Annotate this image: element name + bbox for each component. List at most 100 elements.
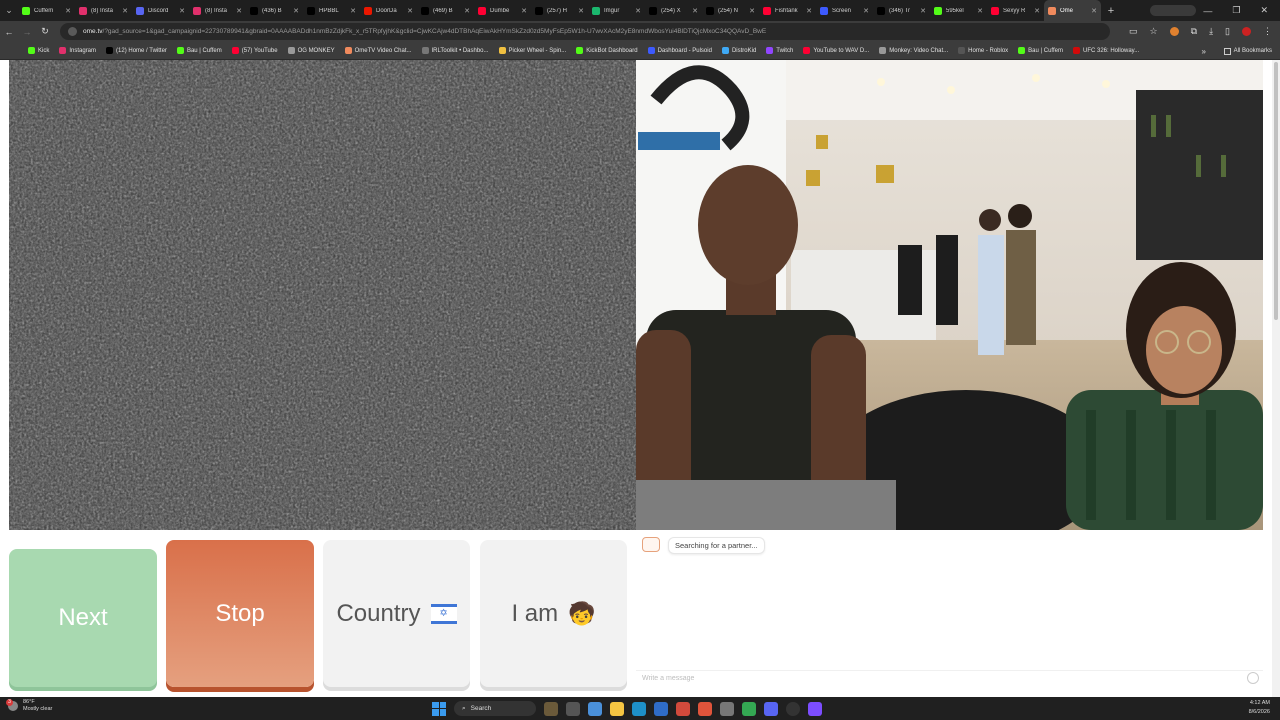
tab-close-icon[interactable]: ✕ [122, 7, 128, 15]
file-explorer-icon[interactable] [610, 701, 624, 716]
tab-close-icon[interactable]: ✕ [806, 7, 812, 15]
taskbar-search[interactable]: ⌕ Search [454, 701, 536, 716]
all-bookmarks-button[interactable]: All Bookmarks [1223, 42, 1272, 60]
browser-tab[interactable]: Imgur ✕ [588, 0, 645, 21]
tab-close-icon[interactable]: ✕ [578, 7, 584, 15]
stop-button[interactable]: Stop [166, 540, 314, 687]
country-button[interactable]: Country [323, 540, 470, 687]
clock[interactable]: 4:12 AM 8/6/2026 [1249, 699, 1270, 717]
tab-close-icon[interactable]: ✕ [65, 7, 71, 15]
download-icon[interactable]: ⤓ [1209, 26, 1213, 37]
browser-tab[interactable]: (257) H ✕ [531, 0, 588, 21]
tab-close-icon[interactable]: ✕ [692, 7, 698, 15]
reload-icon[interactable]: ↻ [36, 26, 54, 37]
gender-button[interactable]: I am 🧒 [480, 540, 627, 687]
settings-icon[interactable] [720, 701, 734, 716]
edge-icon[interactable] [632, 701, 646, 716]
tab-close-icon[interactable]: ✕ [350, 7, 356, 15]
cast-icon[interactable]: ▭ [1129, 26, 1138, 37]
bookmark-item[interactable]: DistroKid [721, 47, 756, 54]
chrome-alt-icon[interactable] [742, 701, 756, 716]
browser-tab[interactable]: (254) X ✕ [645, 0, 702, 21]
tab-search-icon[interactable]: ⌄ [0, 0, 18, 21]
close-window-icon[interactable]: ✕ [1260, 5, 1268, 16]
browser-tab[interactable]: Cuffem ✕ [18, 0, 75, 21]
browser-tab[interactable]: (346) Tr ✕ [873, 0, 930, 21]
browser-tab[interactable]: HPBBL ✕ [303, 0, 360, 21]
browser-tab[interactable]: Screen ✕ [816, 0, 873, 21]
back-icon[interactable]: ← [0, 27, 18, 37]
extensions-puzzle-icon[interactable]: ⧉ [1191, 26, 1197, 37]
new-tab-button[interactable]: + [1101, 5, 1121, 17]
windows-start-icon[interactable] [432, 701, 446, 716]
tab-close-icon[interactable]: ✕ [635, 7, 641, 15]
profile-pill[interactable] [1150, 5, 1196, 16]
browser-tab[interactable]: 595kel ✕ [930, 0, 987, 21]
emoji-icon[interactable] [1247, 672, 1259, 684]
browser-tab[interactable]: (254) N ✕ [702, 0, 759, 21]
bookmark-star-icon[interactable]: ☆ [1150, 26, 1158, 37]
discord-icon[interactable] [764, 701, 778, 716]
bookmark-item[interactable]: Twitch [766, 47, 793, 54]
bookmark-item[interactable]: YouTube to WAV D... [803, 47, 869, 54]
extension-icon[interactable] [1169, 27, 1179, 36]
bookmark-item[interactable]: (57) YouTube [231, 47, 278, 54]
minimize-icon[interactable]: — [1203, 6, 1212, 16]
tab-close-icon[interactable]: ✕ [179, 7, 185, 15]
bookmark-item[interactable]: IRLToolkit • Dashbo... [421, 47, 489, 54]
bookmark-item[interactable]: Home - Roblox [958, 47, 1008, 54]
browser-tab[interactable]: (436) B ✕ [246, 0, 303, 21]
bookmark-item[interactable]: Picker Wheel - Spin... [498, 47, 566, 54]
tab-close-icon[interactable]: ✕ [236, 7, 242, 15]
chrome-icon[interactable] [676, 701, 690, 716]
weather-widget[interactable]: 3 86°F Mostly clear [6, 699, 52, 713]
tab-close-icon[interactable]: ✕ [464, 7, 470, 15]
site-info-icon[interactable] [68, 27, 77, 36]
tab-close-icon[interactable]: ✕ [1091, 7, 1097, 15]
bookmark-item[interactable]: KickBot Dashboard [576, 47, 638, 54]
browser-tab[interactable]: Sexyy R ✕ [987, 0, 1044, 21]
maximize-icon[interactable]: ❐ [1232, 5, 1240, 16]
app-grid-icon[interactable] [808, 701, 822, 716]
page-scrollbar[interactable] [1272, 60, 1280, 697]
task-view-icon[interactable] [566, 701, 580, 716]
tab-close-icon[interactable]: ✕ [521, 7, 527, 15]
store-icon[interactable] [654, 701, 668, 716]
tab-close-icon[interactable]: ✕ [293, 7, 299, 15]
forward-icon[interactable]: → [18, 27, 36, 37]
browser-tab[interactable]: (8) Insta ✕ [75, 0, 132, 21]
bookmark-item[interactable]: UFC 326: Holloway... [1072, 47, 1139, 54]
browser-tab[interactable]: Discord ✕ [132, 0, 189, 21]
tab-close-icon[interactable]: ✕ [920, 7, 926, 15]
browser-tab[interactable]: Ome ✕ [1044, 0, 1101, 21]
tab-close-icon[interactable]: ✕ [977, 7, 983, 15]
bookmark-item[interactable]: Monkey: Video Chat... [879, 47, 948, 54]
bookmark-item[interactable]: Bau | Cuffem [176, 47, 222, 54]
menu-kebab-icon[interactable]: ⋮ [1263, 26, 1272, 37]
bookmark-item[interactable]: Bau | Cuffem [1018, 47, 1063, 54]
scrollbar-thumb[interactable] [1274, 62, 1278, 320]
bookmark-item[interactable]: Dashboard - Pulsoid [647, 47, 712, 54]
message-input[interactable]: Write a message [636, 670, 1263, 686]
browser-tab[interactable]: DoorDa ✕ [360, 0, 417, 21]
profile-avatar-icon[interactable] [1242, 27, 1251, 36]
obs-icon[interactable] [786, 701, 800, 716]
bookmark-item[interactable]: Kick [28, 47, 49, 54]
next-button[interactable]: Next [9, 549, 157, 687]
widget-app-icon[interactable] [544, 701, 558, 716]
chrome-profile-icon[interactable] [698, 701, 712, 716]
tab-close-icon[interactable]: ✕ [863, 7, 869, 15]
tab-close-icon[interactable]: ✕ [749, 7, 755, 15]
copilot-icon[interactable] [588, 701, 602, 716]
browser-tab[interactable]: (469) B ✕ [417, 0, 474, 21]
bookmark-item[interactable]: Instagram [59, 47, 96, 54]
bookmark-item[interactable]: OmeTV Video Chat... [344, 47, 412, 54]
url-input[interactable]: ome.tv/?gad_source=1&gad_campaignid=2273… [60, 23, 1110, 40]
tab-close-icon[interactable]: ✕ [1034, 7, 1040, 15]
side-panel-icon[interactable]: ▯ [1225, 26, 1230, 37]
browser-tab[interactable]: Dumbe ✕ [474, 0, 531, 21]
browser-tab[interactable]: Fishtank ✕ [759, 0, 816, 21]
bookmark-item[interactable]: (12) Home / Twitter [106, 47, 167, 54]
tab-close-icon[interactable]: ✕ [407, 7, 413, 15]
bookmark-item[interactable]: OG MONKEY [287, 47, 335, 54]
